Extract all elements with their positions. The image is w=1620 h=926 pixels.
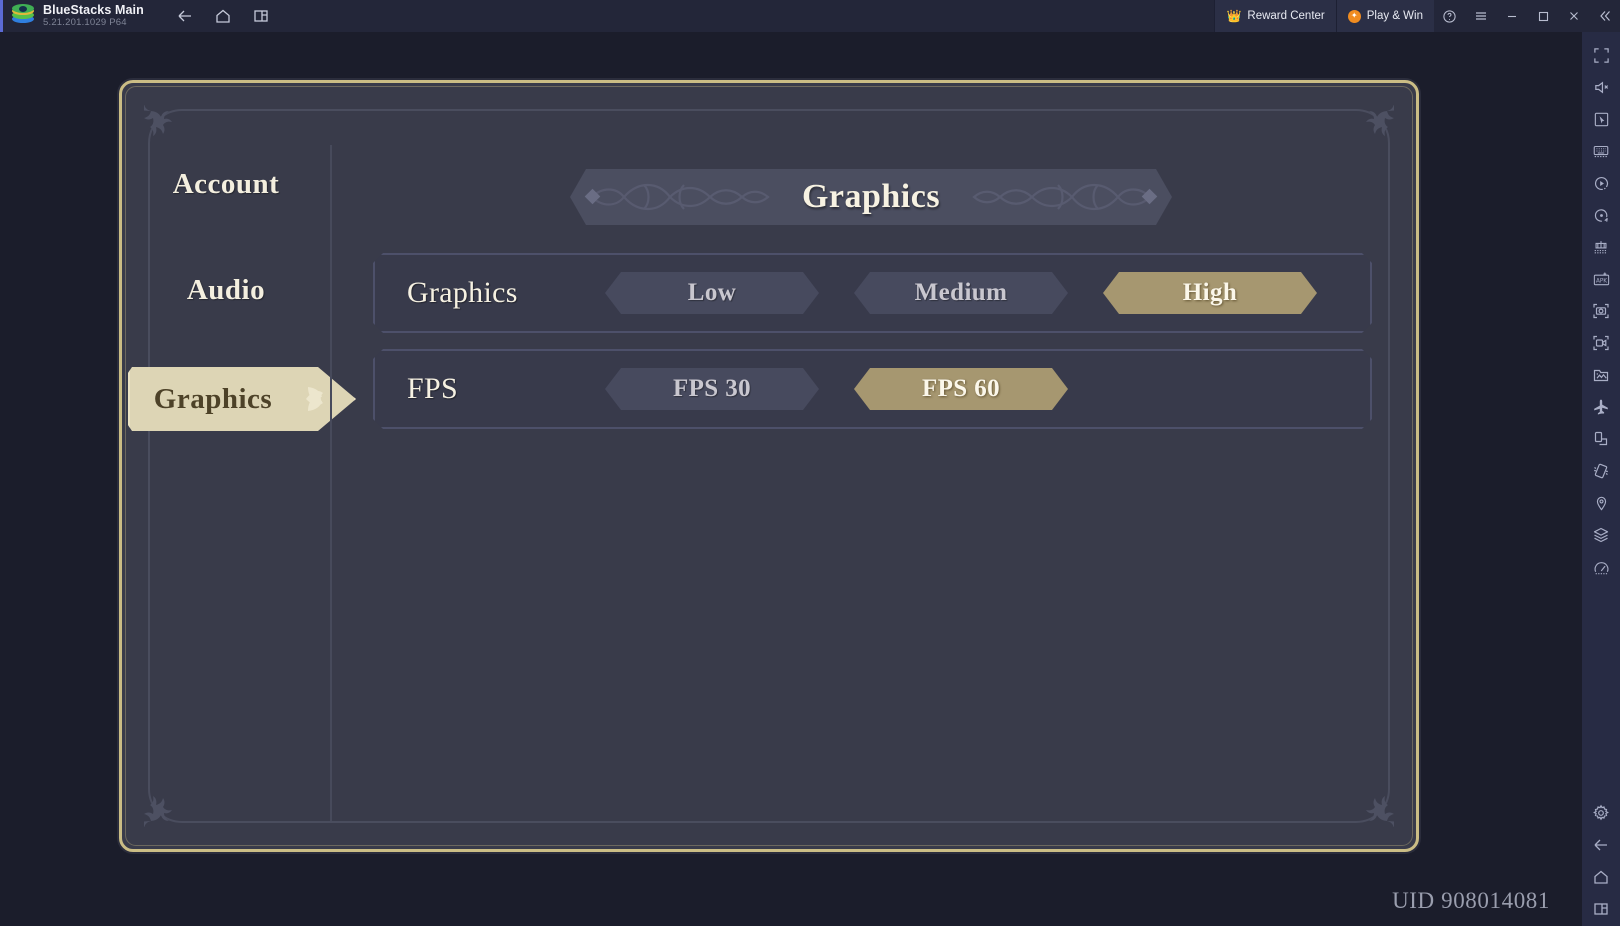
rotate-button[interactable] (1586, 424, 1616, 454)
settings-header-banner: Graphics (570, 169, 1172, 225)
layers-button[interactable] (1586, 520, 1616, 550)
tab-ornament-icon (302, 379, 342, 419)
back-button[interactable] (170, 3, 200, 29)
banner-ornament-icon (584, 179, 814, 215)
collapse-sidebar-button[interactable] (1589, 0, 1620, 32)
app-identity: BlueStacks Main 5.21.201.1029 P64 (43, 3, 144, 29)
option-label: Medium (914, 279, 1008, 306)
screenshot-button[interactable] (1586, 296, 1616, 326)
multi-instance-button[interactable] (246, 3, 276, 29)
minimize-button[interactable] (1496, 0, 1527, 32)
option-graphics-medium[interactable]: Medium (854, 272, 1068, 314)
fullscreen-button[interactable] (1586, 40, 1616, 70)
screen-record-button[interactable] (1586, 328, 1616, 358)
play-and-win-label: Play & Win (1366, 10, 1423, 22)
tab-label: Graphics (153, 382, 273, 415)
setting-label: Graphics (407, 276, 518, 309)
close-button[interactable] (1558, 0, 1589, 32)
tab-label: Account (172, 167, 280, 200)
option-label: High (1182, 279, 1238, 306)
titlebar-right-controls: 👑 Reward Center ✦ Play & Win (1214, 0, 1620, 32)
android-back-button[interactable] (1586, 830, 1616, 860)
app-name: BlueStacks Main (43, 3, 144, 17)
media-manager-button[interactable] (1586, 360, 1616, 390)
android-home-button[interactable] (1586, 862, 1616, 892)
install-apk-button[interactable]: APK (1586, 264, 1616, 294)
corner-flourish-icon (1350, 104, 1400, 149)
page-title: Graphics (801, 178, 941, 215)
corner-flourish-icon (138, 104, 188, 149)
sync-operations-button[interactable] (1586, 200, 1616, 230)
settings-panel: Graphics Account Audio Graphics Graphics… (119, 80, 1419, 852)
setting-row-graphics: Graphics Low Medium High (373, 253, 1372, 333)
game-controls-button[interactable] (1586, 136, 1616, 166)
reward-center-button[interactable]: 👑 Reward Center (1214, 0, 1336, 32)
tab-label: Audio (186, 273, 266, 306)
play-and-win-button[interactable]: ✦ Play & Win (1335, 0, 1434, 32)
help-button[interactable] (1434, 0, 1465, 32)
reward-center-label: Reward Center (1247, 10, 1325, 22)
eco-mode-button[interactable] (1586, 392, 1616, 422)
location-button[interactable] (1586, 488, 1616, 518)
uid-label: UID 908014081 (1392, 888, 1550, 913)
setting-label: FPS (407, 372, 458, 405)
orange-badge-icon: ✦ (1347, 9, 1361, 23)
window-titlebar: BlueStacks Main 5.21.201.1029 P64 👑 Rewa… (0, 0, 1620, 32)
option-label: FPS 30 (672, 375, 752, 402)
accent-stripe (0, 0, 3, 32)
option-graphics-low[interactable]: Low (605, 272, 819, 314)
option-fps-60[interactable]: FPS 60 (854, 368, 1068, 410)
shake-button[interactable] (1586, 456, 1616, 486)
option-group-fps: FPS 30 FPS 60 (605, 368, 1068, 410)
performance-button[interactable] (1586, 552, 1616, 582)
option-label: Low (687, 279, 737, 306)
tab-account[interactable]: Account (122, 153, 330, 215)
macro-recorder-button[interactable] (1586, 168, 1616, 198)
tab-spacer (122, 321, 330, 365)
instance-sync-button[interactable] (1586, 232, 1616, 262)
option-graphics-high[interactable]: High (1103, 272, 1317, 314)
svg-text:APK: APK (1595, 278, 1606, 284)
crown-icon: 👑 (1226, 9, 1242, 23)
home-button[interactable] (208, 3, 238, 29)
mute-button[interactable] (1586, 72, 1616, 102)
tab-spacer (122, 215, 330, 259)
tab-audio[interactable]: Audio (122, 259, 330, 321)
maximize-button[interactable] (1527, 0, 1558, 32)
app-version: 5.21.201.1029 P64 (43, 17, 127, 28)
emulator-sidebar: APK (1582, 32, 1620, 926)
bluestacks-logo-icon (12, 4, 34, 27)
option-group-graphics: Low Medium High (605, 272, 1317, 314)
settings-tab-list: Account Audio Graphics (122, 153, 356, 813)
tab-graphics[interactable]: Graphics (122, 365, 356, 433)
android-recents-button[interactable] (1586, 894, 1616, 924)
option-label: FPS 60 (921, 375, 1001, 402)
menu-button[interactable] (1465, 0, 1496, 32)
corner-flourish-icon (1350, 783, 1400, 828)
emulator-game-viewport: Graphics Account Audio Graphics Graphics… (0, 32, 1582, 926)
titlebar-nav (170, 3, 276, 29)
settings-button[interactable] (1586, 798, 1616, 828)
option-fps-30[interactable]: FPS 30 (605, 368, 819, 410)
cursor-control-button[interactable] (1586, 104, 1616, 134)
setting-row-fps: FPS FPS 30 FPS 60 (373, 349, 1372, 429)
tab-content-divider (330, 145, 332, 821)
banner-ornament-icon (928, 179, 1158, 215)
